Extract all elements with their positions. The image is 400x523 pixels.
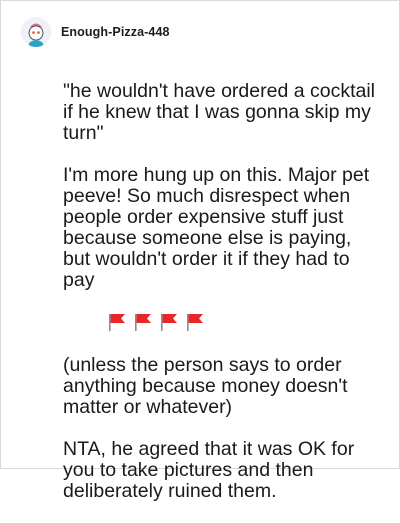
comment-header: Enough-Pizza-448 — [21, 17, 170, 47]
red-flag-icon — [109, 314, 126, 331]
comment-paragraph: NTA, he agreed that it was OK for you to… — [63, 438, 360, 502]
comment-author[interactable]: Enough-Pizza-448 — [61, 25, 170, 39]
comment-body: "he wouldn't have ordered a cocktail if … — [63, 81, 383, 523]
red-flag-icon — [135, 314, 152, 331]
comment-paragraph-text: I'm more hung up on this. Major pet peev… — [63, 164, 375, 291]
red-flag-icon — [187, 314, 204, 331]
comment-paragraph: (unless the person says to order anythin… — [63, 354, 353, 418]
comment-card: Enough-Pizza-448 "he wouldn't have order… — [0, 0, 400, 502]
comment-paragraph: I'm more hung up on this. Major pet peev… — [63, 165, 383, 355]
red-flag-icon — [161, 314, 178, 331]
red-flags — [63, 312, 210, 355]
comment-paragraph: "he wouldn't have ordered a cocktail if … — [63, 80, 381, 144]
snoo-avatar-icon[interactable] — [21, 17, 51, 47]
